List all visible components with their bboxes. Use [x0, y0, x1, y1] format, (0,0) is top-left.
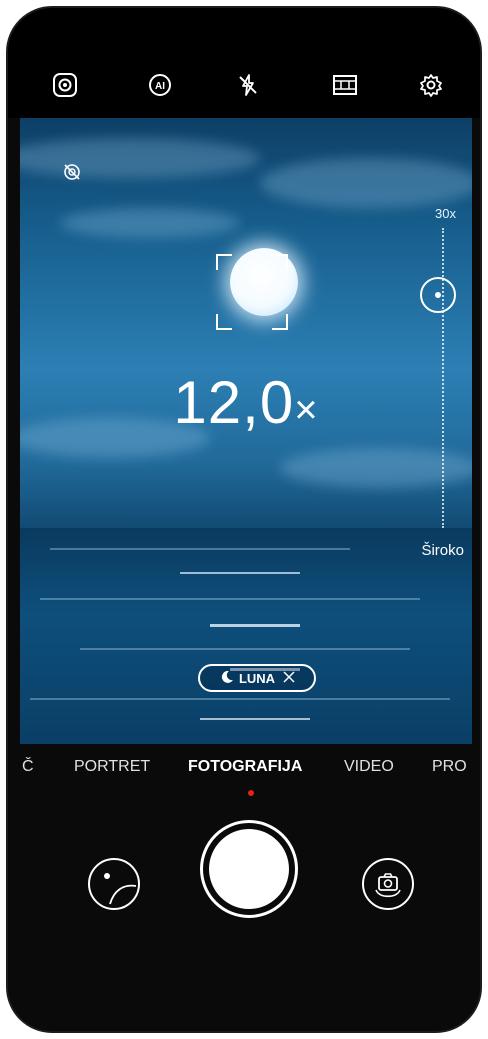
- mode-item-portret[interactable]: PORTRET: [74, 758, 150, 776]
- phone-frame: AI 12,0× 30x Široko LUNA Č PORTRET FOTOG…: [6, 6, 482, 1033]
- camera-viewfinder[interactable]: 12,0× 30x Široko LUNA: [20, 118, 472, 744]
- zoom-max-label: 30x: [435, 206, 456, 221]
- mode-selector: Č PORTRET FOTOGRAFIJA VIDEO PRO: [8, 758, 480, 788]
- mode-item-pro[interactable]: PRO: [432, 758, 467, 776]
- sea: [20, 528, 472, 744]
- shutter-icon: [209, 829, 289, 909]
- gallery-thumbnail-icon[interactable]: [88, 858, 140, 910]
- mode-item-fotografija[interactable]: FOTOGRAFIJA: [188, 758, 302, 776]
- switch-camera-icon[interactable]: [362, 858, 414, 910]
- zoom-unit: ×: [294, 388, 319, 432]
- focus-frame-corner: [272, 254, 288, 270]
- zoom-min-label: Široko: [421, 542, 464, 559]
- settings-icon[interactable]: [416, 70, 446, 100]
- moon-icon: [219, 669, 235, 688]
- aperture-icon[interactable]: [50, 70, 80, 100]
- cloud: [260, 158, 472, 208]
- focus-frame-corner: [216, 254, 232, 270]
- focus-frame-corner: [272, 314, 288, 330]
- moving-picture-off-icon[interactable]: [62, 162, 82, 187]
- zoom-slider-track[interactable]: [442, 228, 444, 528]
- mode-item-video[interactable]: VIDEO: [344, 758, 394, 776]
- top-toolbar: AI: [8, 8, 480, 118]
- zoom-slider-knob[interactable]: [420, 277, 456, 313]
- svg-text:AI: AI: [155, 81, 165, 92]
- ai-icon[interactable]: AI: [145, 70, 175, 100]
- focus-frame-corner: [216, 314, 232, 330]
- shutter-button[interactable]: [200, 820, 298, 918]
- mode-item-c[interactable]: Č: [22, 758, 34, 776]
- zoom-value: 12,0: [173, 369, 295, 436]
- cloud: [60, 208, 240, 238]
- filter-icon[interactable]: [330, 70, 360, 100]
- active-mode-indicator: [248, 790, 254, 796]
- scene-chip-label: LUNA: [238, 670, 276, 686]
- scene-chip-luna[interactable]: LUNA: [198, 664, 316, 692]
- cloud: [20, 138, 260, 178]
- flash-off-icon[interactable]: [233, 70, 263, 100]
- close-icon[interactable]: [283, 670, 295, 686]
- zoom-readout: 12,0×: [20, 368, 472, 437]
